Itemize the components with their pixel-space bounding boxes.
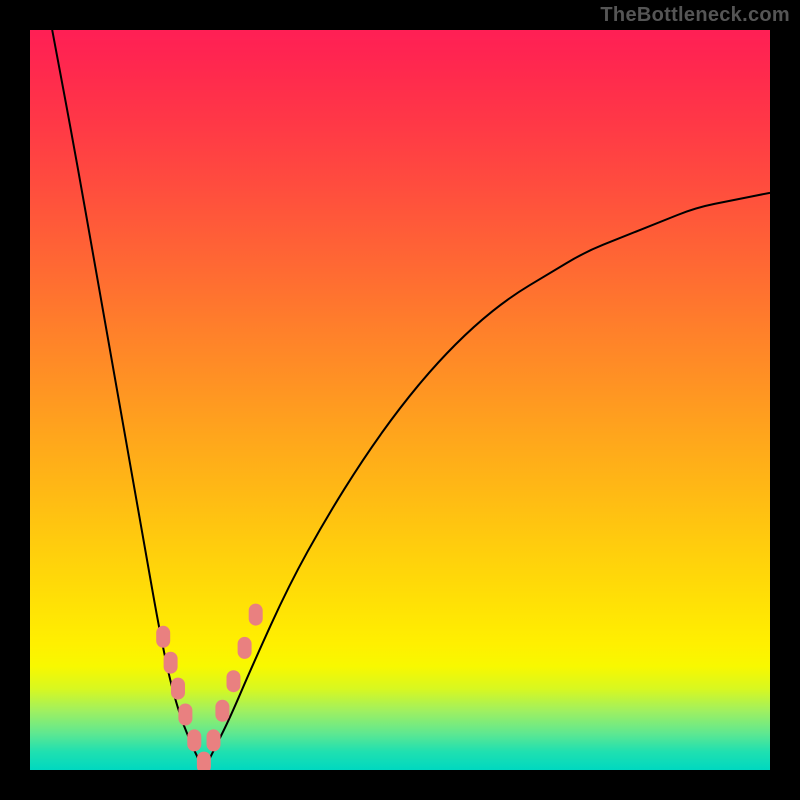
main-curve-path [52, 30, 770, 764]
watermark-text: TheBottleneck.com [600, 4, 790, 27]
highlight-markers-group [156, 604, 263, 770]
plot-area [30, 30, 770, 770]
highlight-marker [238, 637, 252, 659]
highlight-marker [207, 729, 221, 751]
highlight-marker [227, 670, 241, 692]
highlight-marker [197, 752, 211, 770]
highlight-marker [156, 626, 170, 648]
chart-svg [30, 30, 770, 770]
highlight-marker [171, 678, 185, 700]
highlight-marker [178, 704, 192, 726]
highlight-marker [164, 652, 178, 674]
highlight-marker [249, 604, 263, 626]
highlight-marker [215, 700, 229, 722]
stage: TheBottleneck.com [0, 0, 800, 800]
highlight-marker [187, 729, 201, 751]
